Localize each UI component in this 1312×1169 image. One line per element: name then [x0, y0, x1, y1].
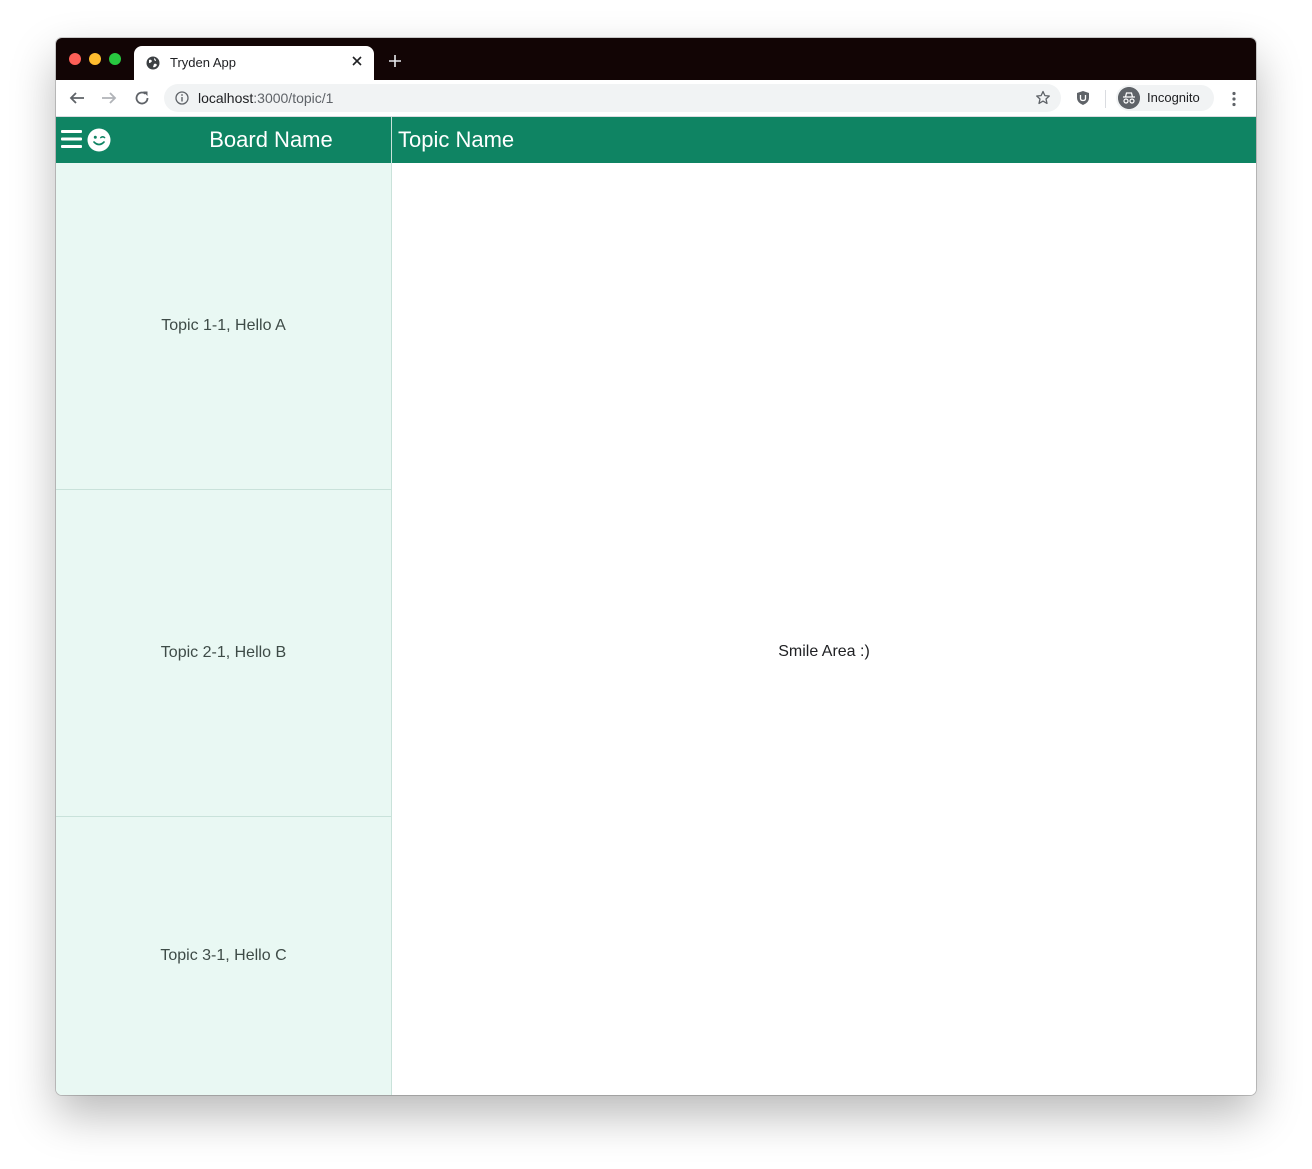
- globe-icon: [146, 56, 160, 70]
- url-path: :3000/topic/1: [253, 90, 334, 106]
- incognito-icon: [1118, 87, 1140, 109]
- info-icon[interactable]: [175, 91, 189, 105]
- browser-window: Tryden App localhost:3000/topic/1 Incogn…: [56, 38, 1256, 1095]
- minimize-window-button[interactable]: [89, 53, 101, 65]
- hamburger-menu-icon[interactable]: [61, 129, 83, 149]
- main-content: Topic Name Smile Area :): [392, 117, 1256, 1095]
- url-host: localhost: [198, 90, 254, 106]
- close-tab-icon[interactable]: [350, 54, 364, 68]
- smile-area-text: Smile Area :): [778, 643, 870, 660]
- ublock-shield-icon[interactable]: [1075, 90, 1091, 106]
- title-bar: Tryden App: [56, 38, 1256, 80]
- browser-tab[interactable]: Tryden App: [134, 46, 374, 80]
- bookmark-star-icon[interactable]: [1035, 90, 1051, 106]
- browser-toolbar: localhost:3000/topic/1 Incognito: [56, 80, 1256, 117]
- sidebar-header: Board Name: [56, 117, 391, 163]
- topic-title: Topic Name: [398, 127, 515, 152]
- app-root: Board Name Topic 1-1, Hello A Topic 2-1,…: [56, 117, 1256, 1095]
- board-name: Board Name: [209, 127, 333, 152]
- incognito-label: Incognito: [1147, 90, 1200, 105]
- topic-list-item[interactable]: Topic 3-1, Hello C: [56, 816, 391, 1095]
- main-header: Topic Name: [392, 117, 1256, 163]
- close-window-button[interactable]: [69, 53, 81, 65]
- more-options-icon[interactable]: [1228, 90, 1240, 108]
- new-tab-icon[interactable]: [388, 54, 402, 68]
- address-bar[interactable]: localhost:3000/topic/1: [164, 84, 1061, 112]
- forward-arrow-icon[interactable]: [100, 89, 118, 107]
- maximize-window-button[interactable]: [109, 53, 121, 65]
- reload-icon[interactable]: [133, 89, 151, 107]
- topic-list-item[interactable]: Topic 1-1, Hello A: [56, 163, 391, 490]
- topic-list-item[interactable]: Topic 2-1, Hello B: [56, 490, 391, 817]
- tab-title: Tryden App: [170, 55, 237, 70]
- incognito-badge[interactable]: Incognito: [1116, 85, 1214, 111]
- back-arrow-icon[interactable]: [68, 89, 86, 107]
- url-text[interactable]: localhost:3000/topic/1: [198, 90, 333, 106]
- sidebar: Board Name Topic 1-1, Hello A Topic 2-1,…: [56, 117, 392, 1095]
- toolbar-separator: [1105, 90, 1106, 108]
- winking-face-icon[interactable]: [87, 128, 111, 152]
